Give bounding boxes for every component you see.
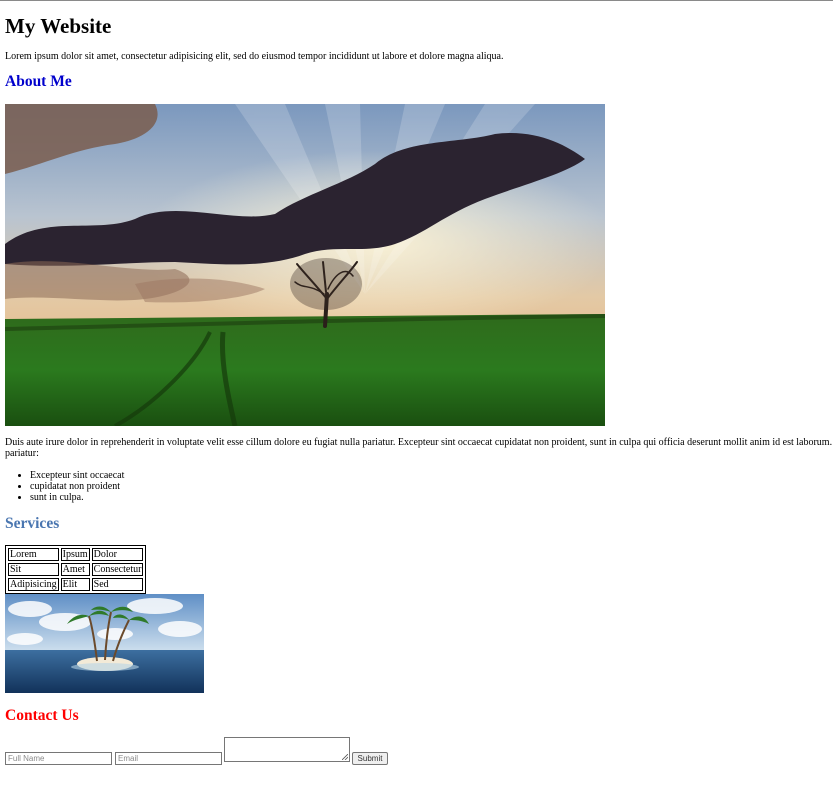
top-border <box>0 0 833 1</box>
email-field[interactable] <box>115 752 222 765</box>
table-row: Sit Amet Consectetur <box>8 563 144 576</box>
message-textarea[interactable] <box>224 737 350 762</box>
island-image <box>5 594 204 693</box>
intro-text: Lorem ipsum dolor sit amet, consectetur … <box>5 51 504 62</box>
table-cell: Consectetur <box>91 563 144 576</box>
full-name-field[interactable] <box>5 752 112 765</box>
list-item: cupidatat non proident <box>30 481 124 492</box>
submit-button[interactable]: Submit <box>352 752 388 765</box>
table-cell: Adipisicing <box>8 578 59 591</box>
table-row: Lorem Ipsum Dolor <box>8 548 144 561</box>
site-title: My Website <box>5 14 112 38</box>
landscape-image <box>5 104 605 426</box>
table-cell: Sed <box>91 578 144 591</box>
services-table: Lorem Ipsum Dolor Sit Amet Consectetur A… <box>5 545 147 594</box>
table-row: Adipisicing Elit Sed <box>8 578 144 591</box>
about-paragraph: Duis aute irure dolor in reprehenderit i… <box>5 437 833 459</box>
table-cell: Lorem <box>8 548 59 561</box>
resize-grip-icon[interactable] <box>342 754 348 760</box>
table-cell: Ipsum <box>60 548 90 561</box>
table-cell: Amet <box>60 563 90 576</box>
list-item: sunt in culpa. <box>30 492 124 503</box>
about-list: Excepteur sint occaecat cupidatat non pr… <box>5 470 124 503</box>
table-cell: Sit <box>8 563 59 576</box>
about-heading: About Me <box>5 73 72 90</box>
contact-heading: Contact Us <box>5 707 79 724</box>
table-cell: Elit <box>60 578 90 591</box>
list-item: Excepteur sint occaecat <box>30 470 124 481</box>
services-heading: Services <box>5 515 60 532</box>
table-cell: Dolor <box>91 548 144 561</box>
